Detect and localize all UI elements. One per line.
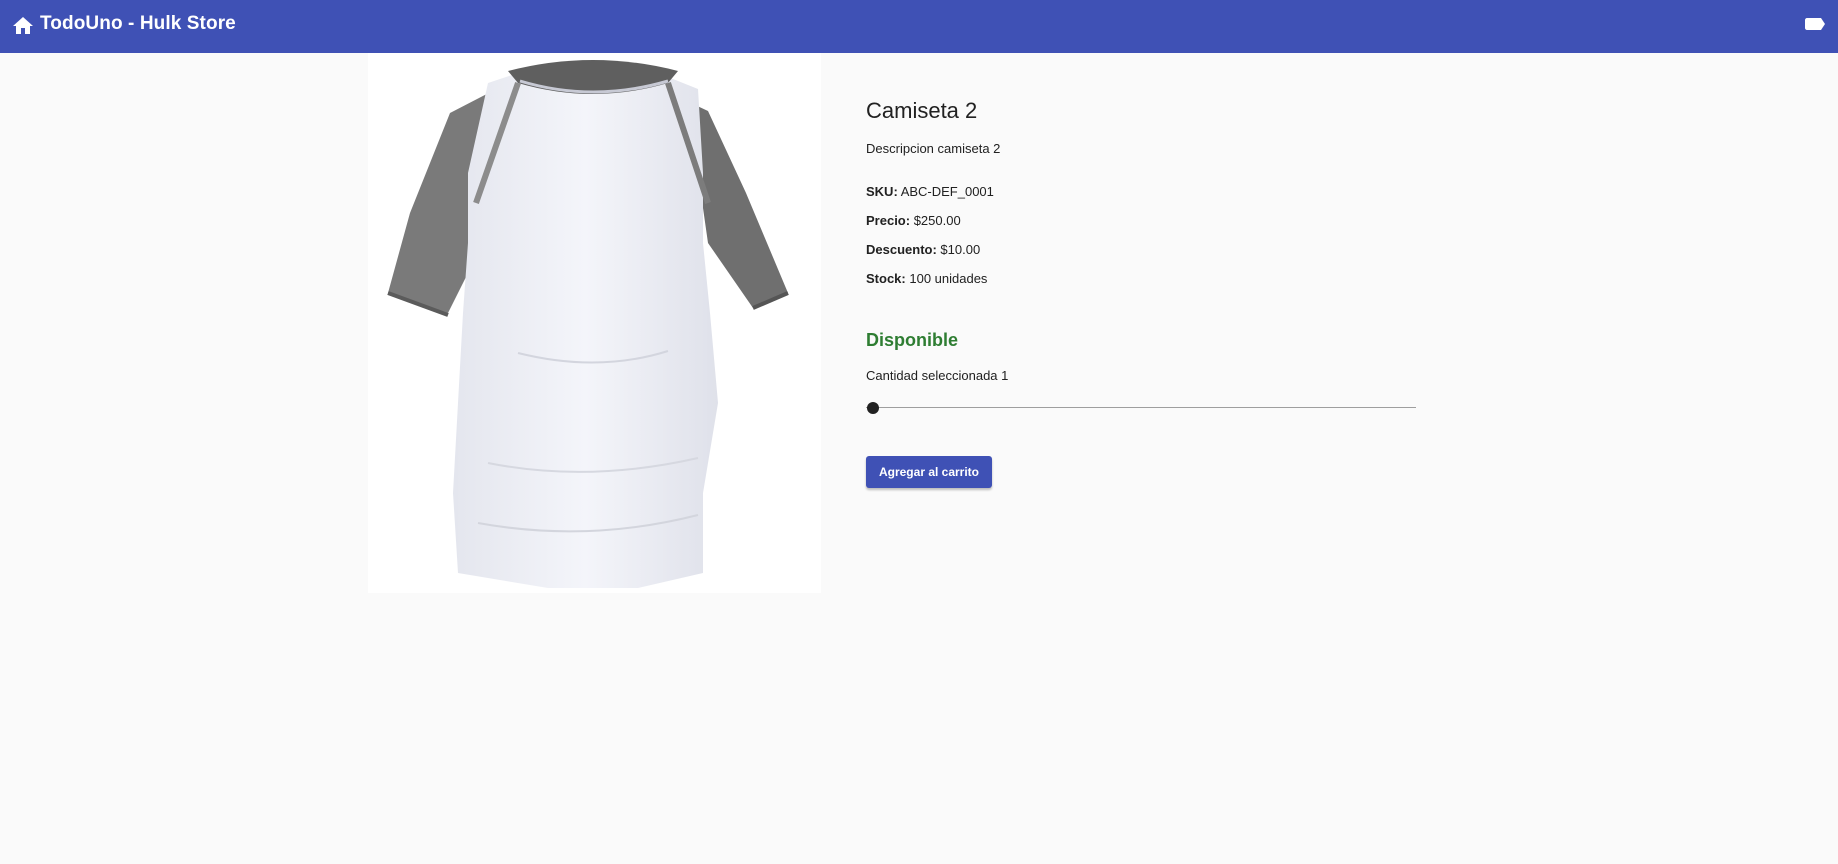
price-value: $250.00 bbox=[913, 213, 961, 228]
stock-label: Stock: bbox=[866, 271, 906, 286]
stock-row: Stock: 100 unidades bbox=[866, 271, 987, 287]
quantity-slider[interactable] bbox=[866, 398, 1416, 418]
discount-value: $10.00 bbox=[940, 242, 981, 257]
discount-row: Descuento: $10.00 bbox=[866, 242, 980, 258]
stock-value: 100 unidades bbox=[909, 271, 988, 286]
product-title: Camiseta 2 bbox=[866, 98, 978, 123]
label-icon[interactable] bbox=[1803, 13, 1827, 37]
sku-value: ABC-DEF_0001 bbox=[900, 184, 994, 199]
slider-thumb[interactable] bbox=[867, 402, 879, 414]
discount-label: Descuento: bbox=[866, 242, 937, 257]
slider-track[interactable] bbox=[866, 407, 1416, 408]
home-icon[interactable] bbox=[11, 14, 35, 38]
product-description: Descripcion camiseta 2 bbox=[866, 141, 1001, 156]
price-row: Precio: $250.00 bbox=[866, 213, 961, 229]
sku-row: SKU: ABC-DEF_0001 bbox=[866, 184, 994, 200]
quantity-label: Cantidad seleccionada 1 bbox=[866, 368, 1009, 383]
price-label: Precio: bbox=[866, 213, 911, 228]
app-title[interactable]: TodoUno - Hulk Store bbox=[40, 13, 236, 35]
product-image bbox=[368, 53, 821, 593]
top-toolbar: TodoUno - Hulk Store bbox=[0, 0, 1838, 53]
add-to-cart-button[interactable]: Agregar al carrito bbox=[866, 456, 992, 488]
availability-status: Disponible bbox=[866, 330, 959, 350]
sku-label: SKU: bbox=[866, 184, 898, 199]
